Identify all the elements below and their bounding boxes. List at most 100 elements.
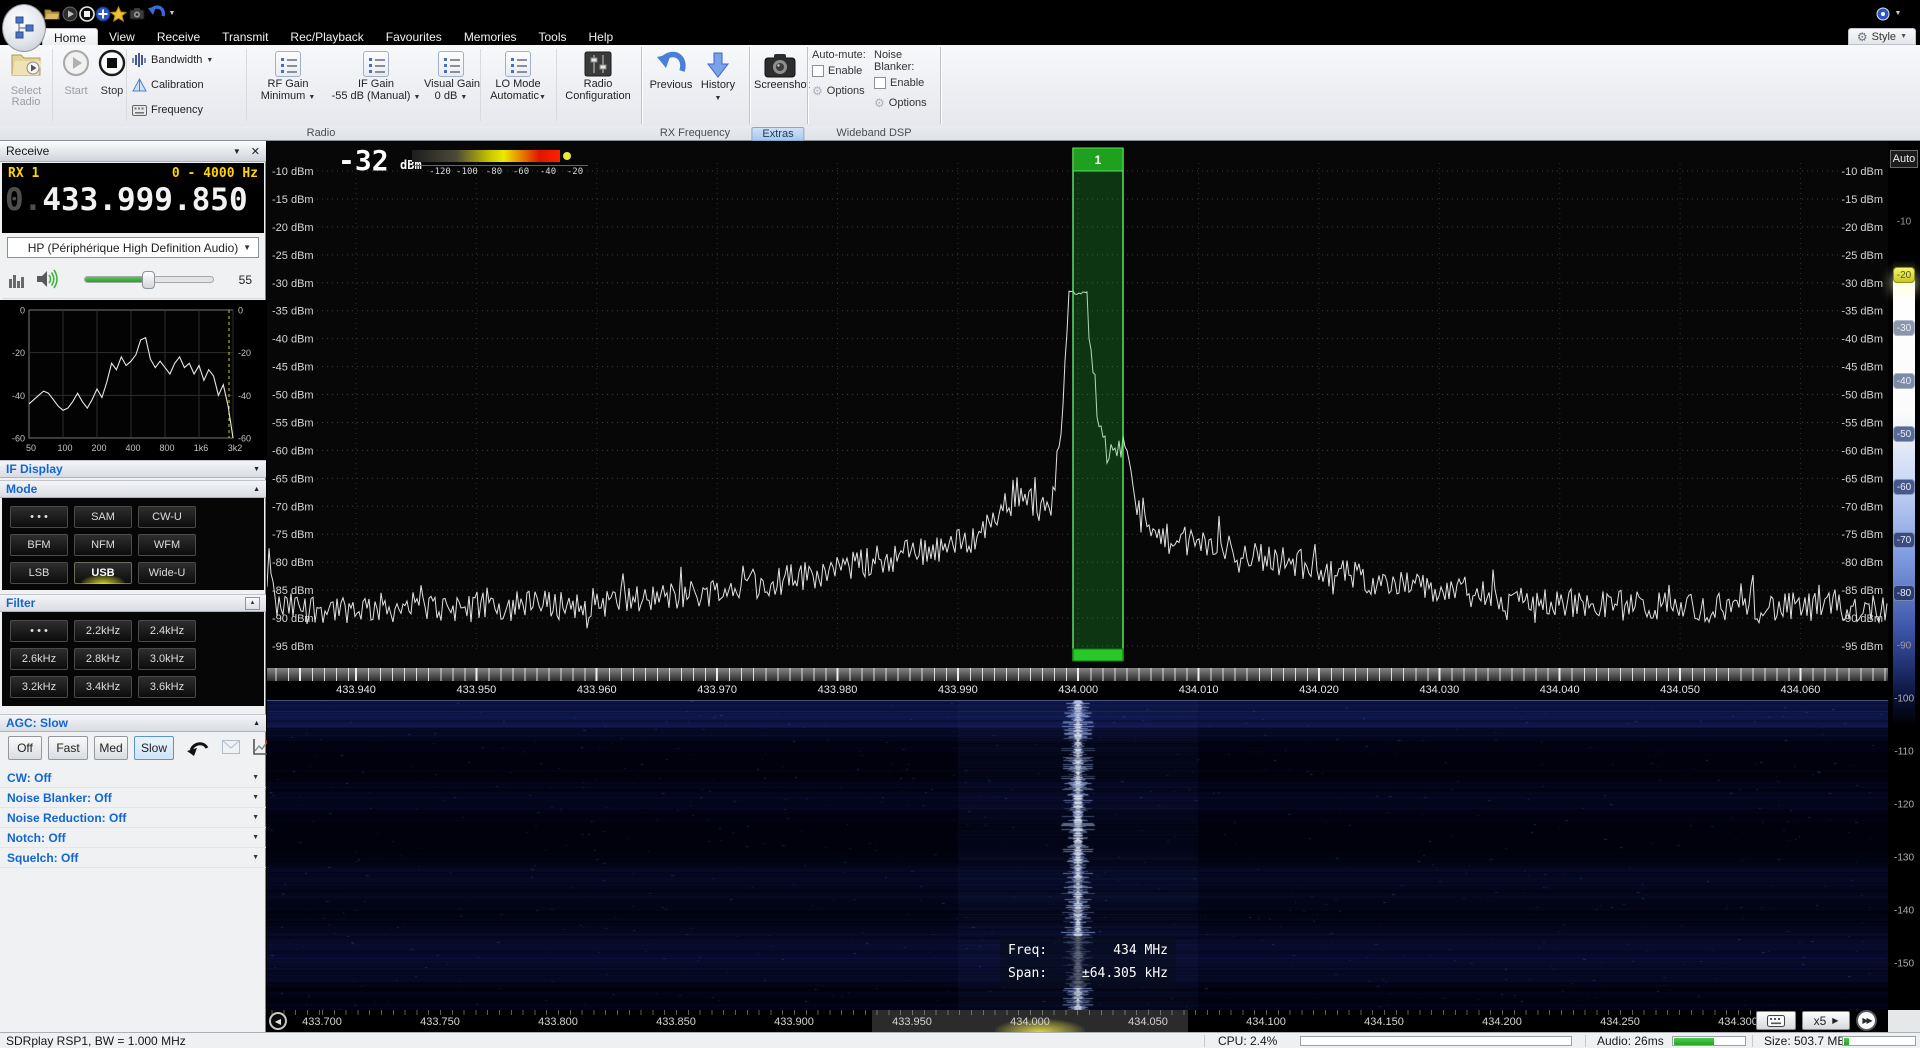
rf-gain-button[interactable]: RF Gain Minimum ▼	[248, 48, 328, 103]
zoom-button[interactable]: x5 ▶	[1802, 1011, 1850, 1030]
palette-handle--30[interactable]: -30	[1893, 320, 1915, 336]
palette-handle--50[interactable]: -50	[1893, 426, 1915, 442]
tab-memories[interactable]: Memories	[453, 28, 528, 45]
play-icon[interactable]	[61, 5, 78, 22]
camera-icon[interactable]	[128, 5, 145, 22]
noise-blanker-options-button[interactable]: ⚙ Options	[874, 93, 938, 113]
filter-button-2-2khz[interactable]: 2.2kHz	[74, 620, 132, 642]
mode-button--[interactable]: • • •	[10, 506, 68, 528]
filter-button-3-0khz[interactable]: 3.0kHz	[138, 648, 196, 670]
agc-button-med[interactable]: Med	[94, 736, 128, 760]
undo-icon[interactable]	[146, 5, 166, 22]
frequency-button[interactable]: Frequency	[130, 99, 242, 121]
favourite-star-icon[interactable]	[110, 5, 127, 22]
audio-spectrum-graph[interactable]: 0 0-20 -20-40 -40-60 -6050 100 200 400 800 1k6 3k2	[0, 300, 266, 460]
filter-header[interactable]: Filter	[6, 596, 35, 610]
tab-transmit[interactable]: Transmit	[211, 28, 279, 45]
palette-handle--40[interactable]: -40	[1893, 373, 1915, 389]
select-radio-button[interactable]: Select Radio	[4, 48, 48, 108]
agc-undo-icon[interactable]	[186, 739, 210, 757]
dsp-row-noise-reduction[interactable]: Noise Reduction: Off ▼	[0, 808, 266, 828]
speaker-icon[interactable]	[36, 269, 58, 289]
tab-home[interactable]: Home	[42, 28, 99, 45]
calibration-button[interactable]: Calibration	[130, 74, 242, 96]
add-icon[interactable]	[94, 5, 111, 22]
band-navigation-bar[interactable]: 433.700 433.750 433.800 433.850 433.900 433.9…	[267, 1010, 1888, 1032]
auto-range-button[interactable]: Auto	[1890, 150, 1918, 168]
tab-view[interactable]: View	[98, 28, 146, 45]
agc-button-slow[interactable]: Slow	[134, 736, 174, 760]
open-folder-icon[interactable]	[43, 5, 60, 22]
volume-equalizer-icon[interactable]	[9, 271, 26, 289]
mode-button-cw-u[interactable]: CW-U	[138, 506, 196, 528]
chevron-up-icon[interactable]: ▲	[253, 720, 260, 727]
agc-button-off[interactable]: Off	[8, 736, 42, 760]
radio-configuration-button[interactable]: Radio Configuration	[558, 48, 638, 102]
stop-icon[interactable]	[78, 5, 95, 22]
filter-button-3-4khz[interactable]: 3.4kHz	[74, 676, 132, 698]
filter-button-2-4khz[interactable]: 2.4kHz	[138, 620, 196, 642]
palette-handle--80[interactable]: -80	[1893, 585, 1915, 601]
nav-tick-strip	[267, 1010, 1757, 1015]
if-gain-button[interactable]: IF Gain -55 dB (Manual) ▼	[328, 48, 424, 103]
audio-device-select[interactable]: HP (Périphérique High Definition Audio) …	[7, 237, 259, 258]
close-icon[interactable]: ✕	[251, 145, 260, 158]
tab-tools[interactable]: Tools	[528, 28, 578, 45]
mode-button-nfm[interactable]: NFM	[74, 534, 132, 556]
agc-button-fast[interactable]: Fast	[48, 736, 88, 760]
if-display-header[interactable]: IF Display	[6, 462, 63, 476]
volume-slider[interactable]	[84, 271, 214, 289]
agc-header[interactable]: AGC: Slow	[6, 716, 68, 730]
palette-handle--60[interactable]: -60	[1893, 479, 1915, 495]
chevron-up-icon[interactable]: ▲	[253, 486, 260, 493]
bandwidth-button[interactable]: Bandwidth ▼	[130, 49, 242, 71]
mode-button-lsb[interactable]: LSB	[10, 562, 68, 584]
tab-rec-playback[interactable]: Rec/Playback	[279, 28, 374, 45]
titlebar-caret-icon[interactable]: ▼	[1893, 5, 1903, 22]
filter-button-3-6khz[interactable]: 3.6kHz	[138, 676, 196, 698]
dsp-row-cw[interactable]: CW: Off ▼	[0, 768, 266, 788]
filter-collapse-button[interactable]: ▲	[245, 596, 260, 610]
stop-button[interactable]: Stop	[90, 48, 134, 97]
panel-collapse-icon[interactable]: ▼	[233, 147, 241, 156]
palette-handle--20[interactable]: -20	[1893, 267, 1915, 283]
auto-mute-options-button[interactable]: ⚙ Options	[812, 81, 870, 101]
screenshot-button[interactable]: Screenshot	[754, 48, 810, 92]
dsp-row-squelch[interactable]: Squelch: Off ▼	[0, 848, 266, 868]
auto-mute-enable-checkbox[interactable]	[812, 65, 824, 77]
app-menu-button[interactable]	[2, 4, 46, 52]
dsp-row-notch[interactable]: Notch: Off ▼	[0, 828, 266, 848]
nav-left-button[interactable]: ◀	[269, 1012, 287, 1030]
lo-mode-button[interactable]: LO Mode Automatic▼	[484, 48, 552, 103]
history-button[interactable]: History ▼	[696, 48, 740, 104]
volume-slider-handle[interactable]	[142, 271, 155, 289]
mode-button-usb[interactable]: USB	[74, 562, 132, 584]
chevron-down-icon[interactable]: ▼	[253, 466, 260, 473]
dsp-row-noise-blanker[interactable]: Noise Blanker: Off ▼	[0, 788, 266, 808]
filter-button-2-6khz[interactable]: 2.6kHz	[10, 648, 68, 670]
palette-handle--70[interactable]: -70	[1893, 532, 1915, 548]
tab-help[interactable]: Help	[578, 28, 625, 45]
filter-button-3-2khz[interactable]: 3.2kHz	[10, 676, 68, 698]
fast-forward-button[interactable]: ▶▶	[1856, 1010, 1877, 1031]
filter-button-2-8khz[interactable]: 2.8kHz	[74, 648, 132, 670]
filter-button--[interactable]: • • •	[10, 620, 68, 642]
previous-button[interactable]: Previous	[648, 48, 694, 92]
tab-favourites[interactable]: Favourites	[375, 28, 453, 45]
visual-gain-button[interactable]: Visual Gain 0 dB ▼	[424, 48, 480, 103]
mode-button-wide-u[interactable]: Wide-U	[138, 562, 196, 584]
spectrum-display[interactable]: -10 dBm -10 dBm -15 dBm -15 dBm -20 dBm -20 d…	[267, 141, 1888, 668]
tab-receive[interactable]: Receive	[146, 28, 211, 45]
frequency-display[interactable]: RX 1 0 - 4000 Hz 0.433.999.850	[2, 163, 264, 233]
style-button[interactable]: ⚙ Style ▼	[1847, 28, 1916, 45]
noise-blanker-enable-checkbox[interactable]	[874, 77, 886, 89]
titlebar-help-icon[interactable]	[1874, 5, 1891, 22]
mode-button-wfm[interactable]: WFM	[138, 534, 196, 556]
keyboard-entry-button[interactable]	[1756, 1011, 1796, 1030]
mode-button-sam[interactable]: SAM	[74, 506, 132, 528]
mode-button-bfm[interactable]: BFM	[10, 534, 68, 556]
spectrum-frequency-axis[interactable]: 433.940 433.950 433.960 433.970 433.980 433.9…	[267, 668, 1888, 700]
mode-header[interactable]: Mode	[6, 482, 37, 496]
envelope-icon[interactable]	[222, 740, 240, 754]
quick-access-caret-icon[interactable]: ▼	[167, 5, 177, 22]
